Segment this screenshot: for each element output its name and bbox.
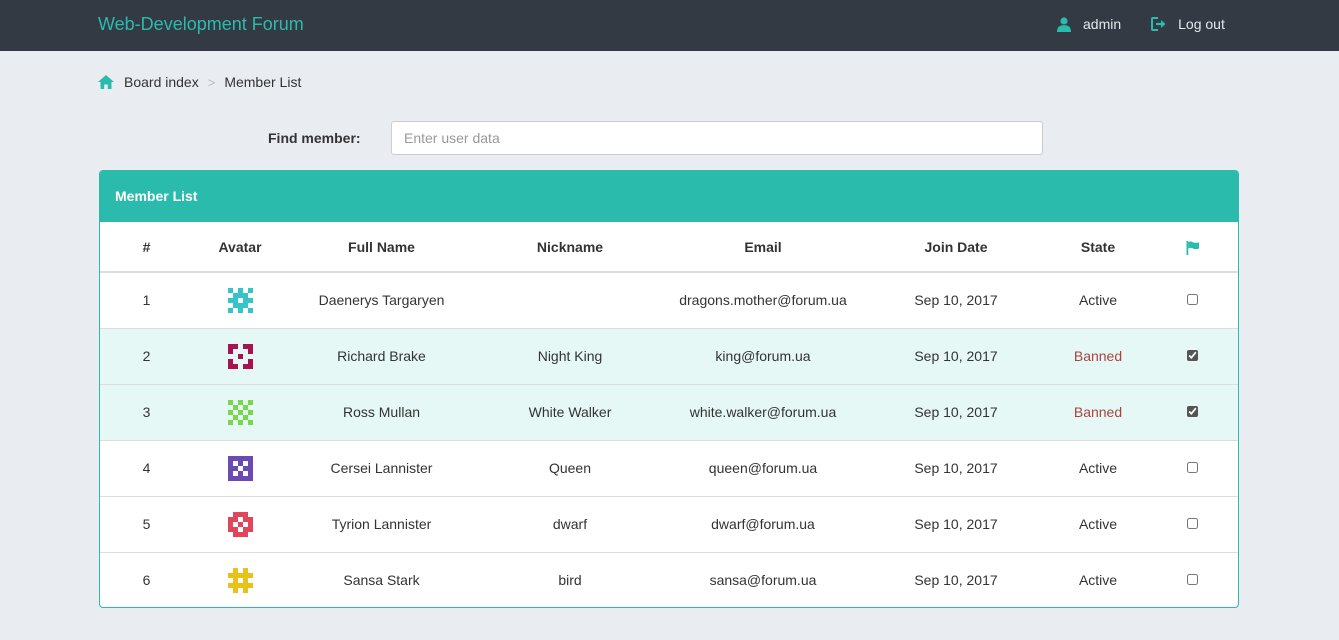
cell-number: 6 xyxy=(100,551,193,607)
navbar-user-menu: admin Log out xyxy=(1057,16,1225,32)
breadcrumb-home-label: Board index xyxy=(124,74,199,90)
cell-nickname: dwarf xyxy=(476,495,664,552)
cell-join-date: Sep 10, 2017 xyxy=(862,439,1050,496)
cell-select xyxy=(1146,383,1238,440)
column-header-nickname[interactable]: Nickname xyxy=(476,222,664,273)
cell-state: Active xyxy=(1050,439,1146,496)
cell-join-date: Sep 10, 2017 xyxy=(862,495,1050,552)
brand-link[interactable]: Web-Development Forum xyxy=(98,14,304,35)
user-icon xyxy=(1057,16,1071,32)
cell-join-date: Sep 10, 2017 xyxy=(862,551,1050,607)
cell-number: 1 xyxy=(100,271,193,328)
column-header-full-name[interactable]: Full Name xyxy=(287,222,476,273)
breadcrumb-home-link[interactable]: Board index xyxy=(98,74,199,90)
cell-full-name: Sansa Stark xyxy=(287,551,476,607)
cell-join-date: Sep 10, 2017 xyxy=(862,271,1050,328)
row-select-checkbox[interactable] xyxy=(1186,462,1198,473)
find-member-form: Find member: xyxy=(268,121,1043,155)
cell-state: Active xyxy=(1050,495,1146,552)
cell-select xyxy=(1146,495,1238,552)
avatar[interactable] xyxy=(227,399,253,425)
column-header-state[interactable]: State xyxy=(1050,222,1146,273)
avatar[interactable] xyxy=(227,511,253,537)
cell-avatar xyxy=(193,439,287,496)
cell-email: king@forum.ua xyxy=(664,327,862,384)
table-row: 5 Tyrion Lannister dwarf dwarf@forum.ua … xyxy=(100,495,1238,552)
row-select-checkbox[interactable] xyxy=(1186,350,1198,361)
cell-number: 4 xyxy=(100,439,193,496)
cell-select xyxy=(1146,327,1238,384)
cell-state: Active xyxy=(1050,551,1146,607)
cell-avatar xyxy=(193,551,287,607)
cell-nickname: Night King xyxy=(476,327,664,384)
cell-select xyxy=(1146,271,1238,328)
row-select-checkbox[interactable] xyxy=(1186,294,1198,306)
top-navbar: Web-Development Forum admin Log out xyxy=(0,0,1339,51)
column-header-number[interactable]: # xyxy=(100,222,193,273)
logout-label: Log out xyxy=(1178,16,1225,32)
home-icon xyxy=(98,75,114,89)
breadcrumb: Board index > Member List xyxy=(98,74,301,90)
breadcrumb-separator: > xyxy=(207,74,216,90)
row-select-checkbox[interactable] xyxy=(1186,574,1198,586)
cell-number: 5 xyxy=(100,495,193,552)
table-row: 3 Ross Mullan White Walker white.walker@… xyxy=(100,383,1238,440)
avatar[interactable] xyxy=(227,455,253,481)
column-header-email[interactable]: Email xyxy=(664,222,862,273)
column-header-avatar[interactable]: Avatar xyxy=(193,222,287,273)
cell-state: Banned xyxy=(1050,383,1146,440)
cell-nickname xyxy=(476,271,664,328)
cell-email: sansa@forum.ua xyxy=(664,551,862,607)
cell-select xyxy=(1146,439,1238,496)
user-name: admin xyxy=(1083,16,1122,32)
row-select-checkbox[interactable] xyxy=(1186,518,1198,529)
cell-number: 3 xyxy=(100,383,193,440)
cell-state: Active xyxy=(1050,271,1146,328)
cell-avatar xyxy=(193,495,287,552)
table-row: 1 Daenerys Targaryen dragons.mother@foru… xyxy=(100,271,1238,328)
find-member-label: Find member: xyxy=(268,130,361,146)
avatar[interactable] xyxy=(227,567,253,593)
cell-full-name: Tyrion Lannister xyxy=(287,495,476,552)
cell-nickname: Queen xyxy=(476,439,664,496)
member-list-panel: Member List # Avatar Full Name Nickname … xyxy=(99,170,1239,608)
cell-select xyxy=(1146,551,1238,607)
column-header-join-date[interactable]: Join Date xyxy=(862,222,1050,273)
cell-email: dwarf@forum.ua xyxy=(664,495,862,552)
row-select-checkbox[interactable] xyxy=(1186,406,1198,417)
cell-email: white.walker@forum.ua xyxy=(664,383,862,440)
flag-icon xyxy=(1186,240,1199,255)
column-header-flag[interactable] xyxy=(1146,222,1238,273)
cell-avatar xyxy=(193,271,287,328)
cell-email: dragons.mother@forum.ua xyxy=(664,271,862,328)
breadcrumb-current: Member List xyxy=(224,74,302,90)
find-member-input[interactable] xyxy=(391,121,1043,155)
cell-nickname: White Walker xyxy=(476,383,664,440)
user-profile-link[interactable]: admin xyxy=(1057,16,1121,32)
cell-join-date: Sep 10, 2017 xyxy=(862,383,1050,440)
cell-state: Banned xyxy=(1050,327,1146,384)
cell-full-name: Daenerys Targaryen xyxy=(287,271,476,328)
table-row: 2 Richard Brake Night King king@forum.ua… xyxy=(100,327,1238,384)
panel-title: Member List xyxy=(100,171,1238,222)
cell-full-name: Ross Mullan xyxy=(287,383,476,440)
avatar[interactable] xyxy=(227,287,253,313)
member-table: # Avatar Full Name Nickname Email Join D… xyxy=(100,222,1238,607)
cell-join-date: Sep 10, 2017 xyxy=(862,327,1050,384)
logout-link[interactable]: Log out xyxy=(1151,16,1225,32)
logout-icon xyxy=(1151,17,1166,31)
table-row: 4 Cersei Lannister Queen queen@forum.ua … xyxy=(100,439,1238,496)
table-row: 6 Sansa Stark bird sansa@forum.ua Sep 10… xyxy=(100,551,1238,607)
table-header-row: # Avatar Full Name Nickname Email Join D… xyxy=(100,222,1238,273)
cell-avatar xyxy=(193,383,287,440)
cell-full-name: Cersei Lannister xyxy=(287,439,476,496)
cell-avatar xyxy=(193,327,287,384)
cell-full-name: Richard Brake xyxy=(287,327,476,384)
cell-number: 2 xyxy=(100,327,193,384)
avatar[interactable] xyxy=(227,343,253,369)
cell-nickname: bird xyxy=(476,551,664,607)
cell-email: queen@forum.ua xyxy=(664,439,862,496)
